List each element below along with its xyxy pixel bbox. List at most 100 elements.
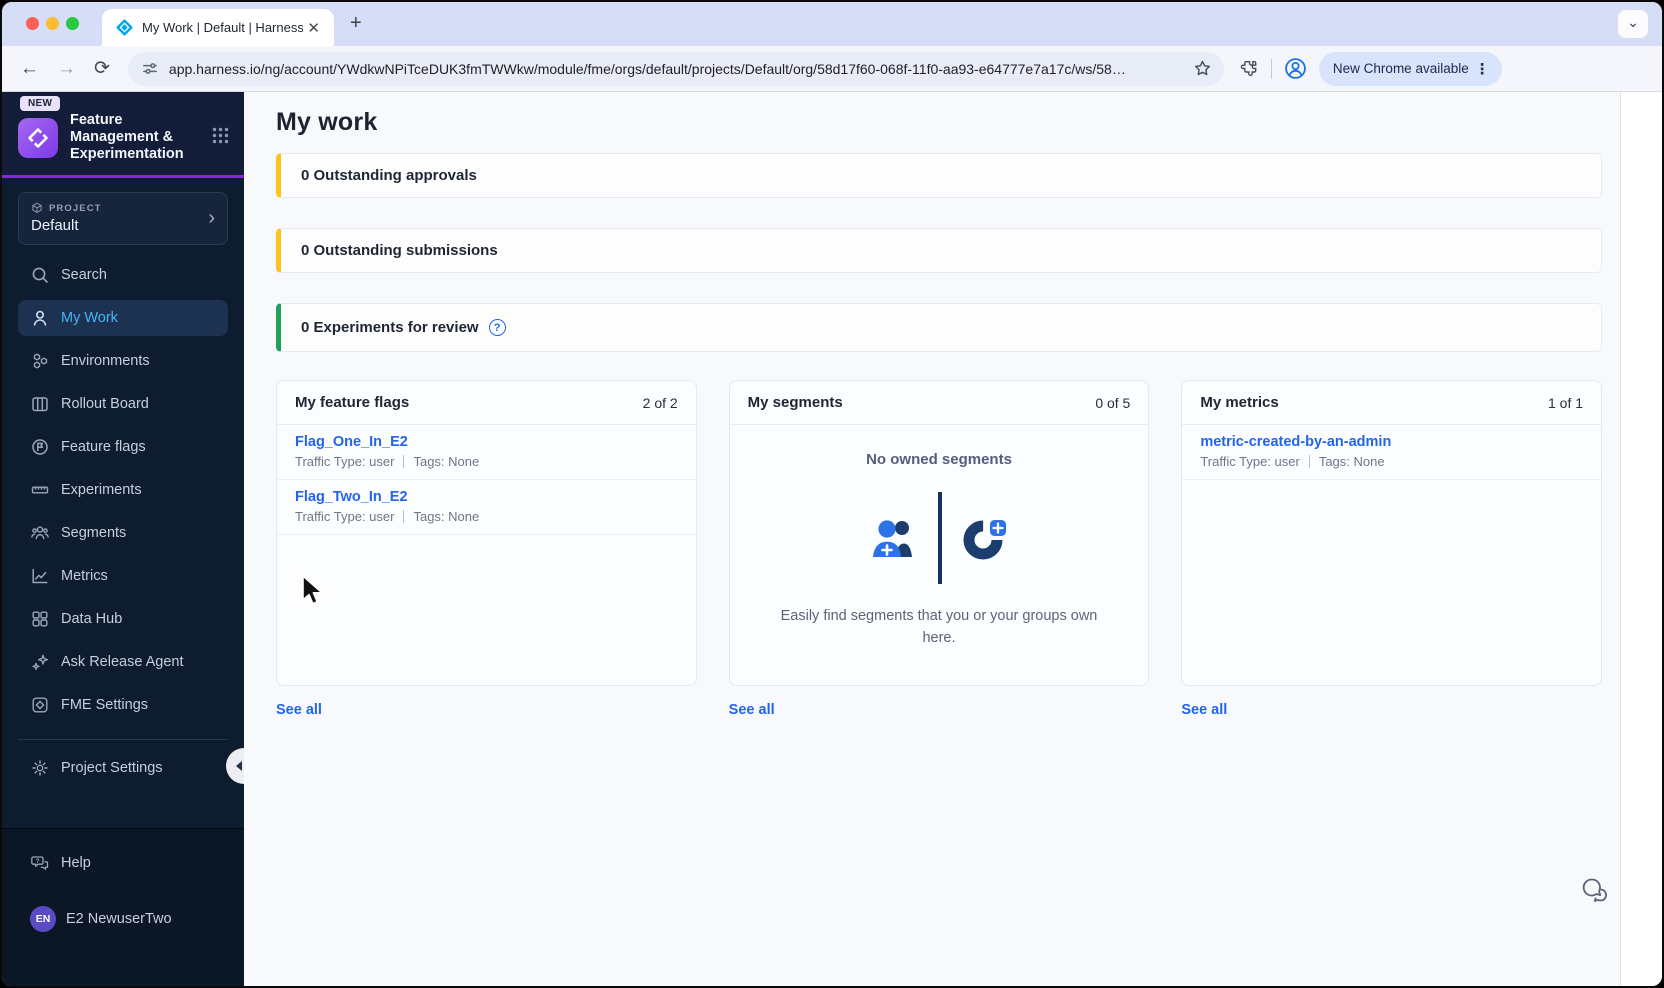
browser-toolbar: ← → ⟳ app.harness.io/ng/account/YWdkwNPi… [2,46,1662,92]
sidebar-item-experiments[interactable]: Experiments [18,472,228,508]
site-settings-icon[interactable] [140,59,159,78]
project-selector[interactable]: PROJECT Default › [18,192,228,246]
card-count: 0 of 5 [1095,394,1131,411]
address-bar[interactable]: app.harness.io/ng/account/YWdkwNPiTceDUK… [127,51,1224,86]
sidebar-item-label: Rollout Board [61,396,149,413]
user-menu[interactable]: EN E2 NewuserTwo [2,901,244,937]
svg-text:?: ? [36,858,40,865]
approvals-banner[interactable]: 0 Outstanding approvals [276,153,1602,198]
close-window-button[interactable] [26,17,39,30]
flag-link[interactable]: Flag_One_In_E2 [295,434,678,450]
browser-menu-icon[interactable]: ⋮ [1469,60,1496,78]
page-title: My work [276,108,378,136]
help-circle-icon[interactable]: ? [488,319,506,336]
module-switcher-icon[interactable] [211,126,230,145]
sidebar-item-label: Data Hub [61,611,123,628]
metrics-column: My metrics 1 of 1 metric-created-by-an-a… [1181,380,1603,718]
board-columns-icon [32,397,48,412]
tags: Tags: None [413,454,480,469]
add-user-group-icon [873,520,912,557]
feedback-chat-icon[interactable] [1580,876,1610,904]
sidebar-item-search[interactable]: Search [18,257,228,293]
see-all-segments-link[interactable]: See all [729,702,1150,718]
sidebar-nav: Search My Work Environments Rollout Boar… [2,257,244,786]
minimize-window-button[interactable] [46,17,59,30]
sidebar-bottom-section: ? Help EN E2 NewuserTwo [2,828,244,986]
help-button[interactable]: ? Help [2,845,244,881]
new-tab-button[interactable]: + [350,12,362,35]
sidebar-item-project-settings[interactable]: Project Settings [18,750,228,786]
card-count: 2 of 2 [642,394,678,411]
experiments-review-banner[interactable]: 0 Experiments for review ? [276,303,1602,352]
meta-divider [403,455,405,468]
line-chart-icon [32,569,48,584]
module-title: Feature Management & Experimentation [70,112,184,163]
help-chat-icon: ? [31,856,49,870]
see-all-flags-link[interactable]: See all [276,702,697,718]
tags: Tags: None [1318,454,1385,469]
maximize-window-button[interactable] [66,17,79,30]
metrics-card: My metrics 1 of 1 metric-created-by-an-a… [1181,380,1603,686]
sidebar-item-label: Metrics [61,568,108,585]
sidebar-item-label: Environments [61,353,150,370]
user-avatar[interactable]: EN [30,906,56,932]
close-tab-icon[interactable]: ✕ [303,19,324,37]
browser-window: My Work | Default | Harness ✕ + ⌄ ← → ⟳ … [0,0,1664,988]
tab-strip: My Work | Default | Harness ✕ + ⌄ [2,2,1662,46]
sidebar-item-label: Search [61,267,107,284]
card-count: 1 of 1 [1547,394,1584,411]
fme-module-icon [18,118,58,158]
flag-link[interactable]: Flag_Two_In_E2 [295,489,678,505]
sidebar-item-segments[interactable]: Segments [18,515,228,551]
forward-button[interactable]: → [57,58,76,80]
sidebar-item-my-work[interactable]: My Work [18,300,228,337]
metric-row: metric-created-by-an-admin Traffic Type:… [1182,425,1602,480]
project-name: Default [31,217,79,235]
diamond-square-icon [32,697,48,713]
back-button[interactable]: ← [20,58,39,80]
tab-search-chevron-icon[interactable]: ⌄ [1618,10,1648,38]
sidebar-item-rollout-board[interactable]: Rollout Board [18,386,228,422]
grid-squares-icon [32,611,48,627]
experiments-banner-text: 0 Experiments for review [301,319,479,336]
gear-icon [32,760,48,777]
url-text[interactable]: app.harness.io/ng/account/YWdkwNPiTceDUK… [169,61,1193,77]
sidebar-item-data-hub[interactable]: Data Hub [18,601,228,637]
new-badge: NEW [20,96,61,111]
sidebar-item-ask-release-agent[interactable]: Ask Release Agent [18,644,228,680]
sidebar-item-fme-settings[interactable]: FME Settings [18,687,228,723]
traffic-type: Traffic Type: user [1200,454,1300,469]
bookmark-star-icon[interactable] [1193,59,1212,78]
sidebar-item-label: Segments [61,525,127,542]
extensions-icon[interactable] [1238,58,1259,79]
see-all-metrics-link[interactable]: See all [1181,702,1602,718]
sidebar: NEW Feature Management & Experimentation [2,92,244,986]
project-label: PROJECT [49,202,102,214]
browser-tab[interactable]: My Work | Default | Harness ✕ [102,9,334,46]
submissions-banner[interactable]: 0 Outstanding submissions [276,228,1602,273]
card-title: My feature flags [295,394,410,411]
scrollbar-track[interactable] [1620,92,1662,986]
sidebar-item-label: Experiments [61,482,142,499]
sidebar-item-metrics[interactable]: Metrics [18,558,228,594]
meta-divider [403,510,405,523]
project-cube-icon [32,202,42,214]
sidebar-item-environments[interactable]: Environments [18,343,228,379]
mouse-cursor [302,575,323,605]
approvals-banner-text: 0 Outstanding approvals [301,167,477,184]
segments-card: My segments 0 of 5 No owned segments Eas… [728,380,1150,686]
sidebar-item-label: My Work [61,310,118,327]
segments-column: My segments 0 of 5 No owned segments Eas… [728,380,1150,718]
flag-row: Flag_Two_In_E2 Traffic Type: user Tags: … [277,480,696,535]
metric-link[interactable]: metric-created-by-an-admin [1200,434,1583,450]
profile-icon[interactable] [1284,57,1307,80]
search-icon [32,267,48,284]
reload-button[interactable]: ⟳ [94,57,110,80]
chrome-update-button[interactable]: New Chrome available ⋮ [1318,51,1502,86]
meta-divider [1308,455,1310,468]
main-content: My work 0 Outstanding approvals 0 Outsta… [244,92,1620,986]
module-header: NEW Feature Management & Experimentation [2,92,244,176]
sidebar-item-feature-flags[interactable]: Feature flags [18,429,228,465]
people-icon [31,526,49,540]
chevron-right-icon[interactable]: › [208,208,215,228]
